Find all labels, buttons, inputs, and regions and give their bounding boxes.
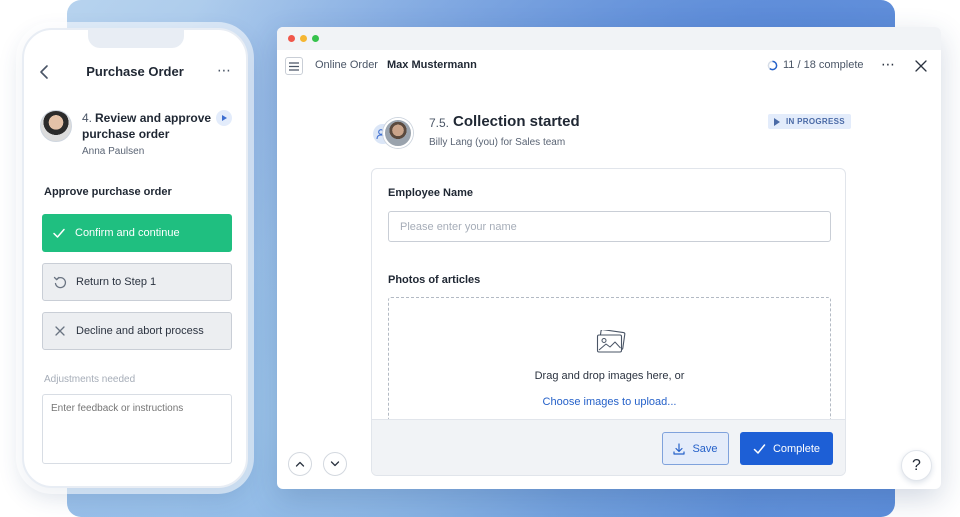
decline-abort-button[interactable]: Decline and abort process	[42, 312, 232, 350]
feedback-textarea[interactable]	[42, 394, 232, 464]
employee-name-input[interactable]	[388, 211, 831, 242]
breadcrumb-section[interactable]: Online Order	[315, 59, 378, 71]
decline-label: Decline and abort process	[76, 325, 204, 337]
confirm-label: Confirm and continue	[75, 227, 180, 239]
save-label: Save	[692, 442, 718, 455]
form-footer: Save Complete	[372, 419, 845, 475]
check-icon	[753, 443, 766, 454]
task-title-text: Review and approve purchase order	[82, 111, 212, 141]
complete-label: Complete	[772, 442, 821, 455]
image-dropzone[interactable]: Drag and drop images here, or Choose ima…	[388, 297, 831, 437]
task-header: 4. Review and approve purchase order Anna…	[40, 108, 234, 160]
window-close-dot[interactable]	[288, 35, 295, 42]
help-button[interactable]: ?	[901, 450, 932, 481]
step-number: 7.5.	[429, 116, 450, 130]
chevron-up-icon	[295, 461, 305, 467]
image-icon	[596, 330, 626, 353]
complete-button[interactable]: Complete	[740, 432, 833, 465]
undo-icon	[53, 275, 67, 289]
return-step-button[interactable]: Return to Step 1	[42, 263, 232, 301]
menu-icon[interactable]	[285, 57, 303, 75]
confirm-continue-button[interactable]: Confirm and continue	[42, 214, 232, 252]
return-label: Return to Step 1	[76, 276, 157, 288]
status-badge-label: IN PROGRESS	[786, 117, 845, 126]
form-card: Employee Name Photos of articles Drag an…	[371, 168, 846, 476]
dropzone-text: Drag and drop images here, or	[534, 370, 685, 382]
step-subtitle: Billy Lang (you) for Sales team	[429, 137, 566, 148]
step-title: Collection started	[453, 113, 580, 130]
avatar	[383, 118, 413, 148]
help-icon: ?	[912, 456, 921, 474]
toolbar: Online Order Max Mustermann 11 / 18 comp…	[277, 50, 941, 82]
progress-indicator: 11 / 18 complete	[767, 59, 864, 71]
mobile-title: Purchase Order	[86, 64, 184, 79]
more-icon[interactable]: ⋯	[881, 56, 896, 73]
progress-ring-icon	[767, 60, 778, 70]
status-badge: IN PROGRESS	[768, 114, 851, 129]
upload-link[interactable]: Choose images to upload...	[389, 396, 830, 408]
previous-step-button[interactable]	[288, 452, 312, 476]
task-assignee: Anna Paulsen	[82, 146, 145, 157]
employee-name-label: Employee Name	[388, 187, 473, 199]
chevron-down-icon	[330, 461, 340, 467]
close-icon[interactable]	[914, 59, 928, 73]
phone-notch	[88, 30, 184, 48]
window-titlebar	[277, 27, 941, 50]
mobile-header: Purchase Order ⋯	[24, 62, 246, 84]
window-minimize-dot[interactable]	[300, 35, 307, 42]
assignee-avatars	[371, 118, 417, 150]
task-title: 4. Review and approve purchase order	[82, 110, 214, 142]
check-icon	[52, 226, 66, 240]
adjustments-label: Adjustments needed	[44, 374, 136, 385]
desktop-window: Online Order Max Mustermann 11 / 18 comp…	[277, 27, 941, 489]
section-title: Approve purchase order	[44, 186, 172, 198]
photos-label: Photos of articles	[388, 274, 481, 286]
task-number: 4.	[82, 111, 93, 125]
play-icon	[774, 117, 780, 126]
more-icon[interactable]: ⋯	[217, 62, 232, 79]
window-maximize-dot[interactable]	[312, 35, 319, 42]
avatar	[40, 110, 72, 142]
next-step-button[interactable]	[323, 452, 347, 476]
play-icon[interactable]	[216, 110, 232, 126]
download-icon	[673, 442, 686, 455]
close-icon	[53, 324, 67, 338]
mobile-app-frame: Purchase Order ⋯ 4. Review and approve pu…	[22, 28, 248, 488]
progress-text: 11 / 18 complete	[783, 59, 864, 71]
save-button[interactable]: Save	[662, 432, 729, 465]
breadcrumb-current: Max Mustermann	[387, 59, 477, 71]
